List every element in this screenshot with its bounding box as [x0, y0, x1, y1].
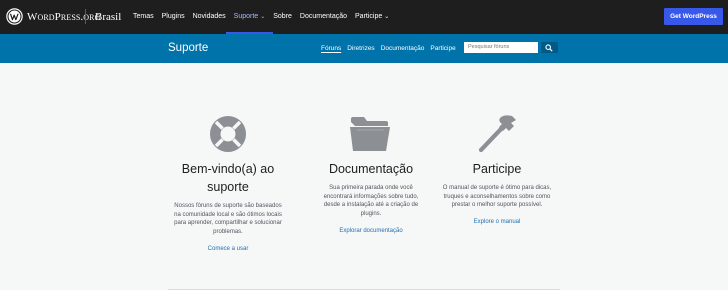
lifebuoy-icon: [210, 116, 246, 152]
section-title[interactable]: Suporte: [168, 41, 208, 55]
local-nav-menu: Fóruns Diretrizes Documentação Participe: [318, 34, 459, 63]
card-description-line: prestar o melhor suporte possível.: [451, 202, 543, 209]
local-nav-documentacao[interactable]: Documentação: [378, 34, 428, 63]
global-nav-suporte-label: Suporte: [233, 13, 259, 20]
explore-docs-link[interactable]: Explorar documentação: [296, 227, 446, 235]
folder-icon: [350, 117, 390, 151]
get-wordpress-button[interactable]: Get WordPress: [664, 8, 723, 25]
header-separator: [85, 9, 86, 24]
local-nav-participe[interactable]: Participe: [427, 34, 458, 63]
locale-name[interactable]: Brasil: [95, 10, 121, 24]
card-title-line: suporte: [207, 180, 249, 194]
hammer-icon: [478, 115, 516, 153]
search-input[interactable]: [464, 42, 538, 53]
search-icon: [545, 43, 553, 52]
get-started-link[interactable]: Comece a usar: [153, 245, 303, 253]
card-title-line: Bem-vindo(a) ao: [181, 162, 275, 176]
card-description-line: Nossos fóruns de suporte são baseados: [174, 203, 282, 209]
card-description-line: truques e aconselhamentos sobre como: [443, 193, 551, 200]
global-nav-sobre[interactable]: Sobre: [269, 0, 296, 34]
search-button[interactable]: [541, 42, 558, 53]
global-nav-suporte[interactable]: Suporte ⌄: [225, 0, 273, 34]
global-header: WordPress.org Brasil Temas Plugins Novid…: [0, 0, 728, 34]
card-title-line: Participe: [472, 162, 522, 176]
global-nav-participe-label: Participe: [355, 13, 383, 20]
card-description-line: na comunidade local e são ótimos locais: [174, 211, 282, 218]
card-description-line: para aprender, compartilhar e solucionar: [174, 220, 282, 227]
chevron-down-icon: ⌄: [384, 14, 390, 20]
global-nav-novidades[interactable]: Novidades: [189, 0, 230, 34]
explore-handbook-link[interactable]: Explore o manual: [422, 218, 572, 226]
local-nav: Suporte Fóruns Diretrizes Documentação P…: [0, 34, 728, 63]
chevron-down-icon: ⌄: [260, 14, 266, 20]
card-description-line: problemas.: [213, 228, 243, 235]
global-nav-documentacao[interactable]: Documentação: [296, 0, 351, 34]
card-description-line: O manual de suporte é ótimo para dicas,: [442, 185, 552, 191]
local-nav-diretrizes[interactable]: Diretrizes: [344, 34, 377, 63]
global-nav-participe[interactable]: Participe ⌄: [351, 0, 393, 34]
wordpress-logo-icon[interactable]: [6, 8, 23, 25]
local-nav-foruns[interactable]: Fóruns: [318, 34, 344, 63]
global-nav: Temas Plugins Novidades Suporte ⌄ Sobre D…: [129, 0, 393, 34]
global-nav-plugins[interactable]: Plugins: [158, 0, 189, 34]
brand-wordmark[interactable]: WordPress.org: [27, 10, 100, 24]
global-nav-temas[interactable]: Temas: [129, 0, 158, 34]
